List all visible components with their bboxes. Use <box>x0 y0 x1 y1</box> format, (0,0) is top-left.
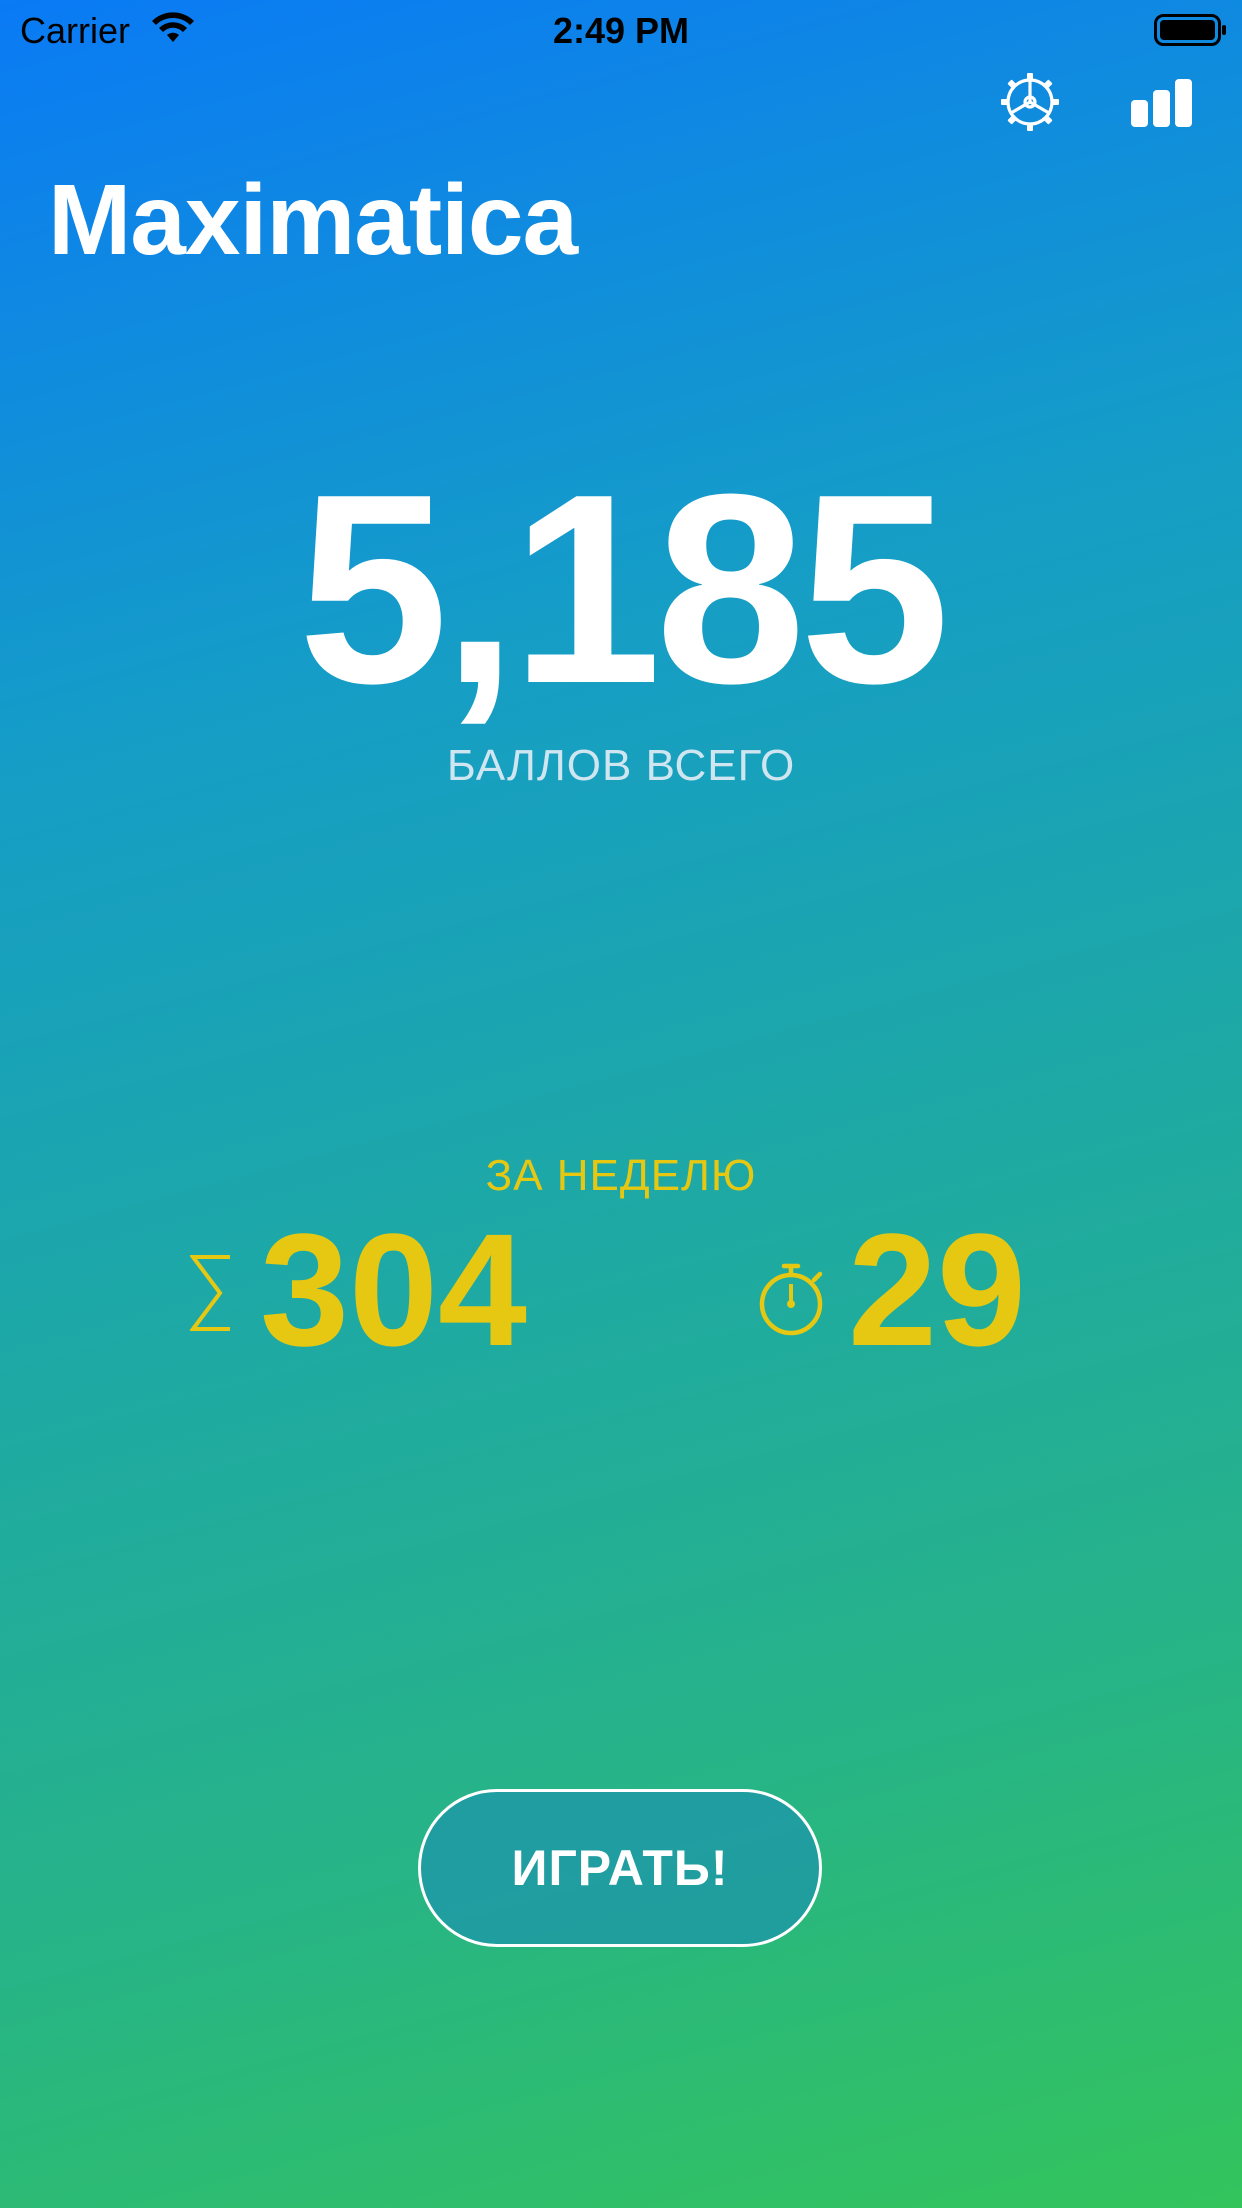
total-score-value: 5,185 <box>298 439 950 740</box>
settings-gear-icon[interactable] <box>1000 72 1060 132</box>
sigma-icon <box>190 1255 230 1331</box>
total-score-label: БАЛЛОВ ВСЕГО <box>446 741 796 790</box>
battery-icon <box>1154 14 1226 46</box>
stats-bars-icon[interactable] <box>1130 78 1194 128</box>
week-sum-value: 304 <box>260 1200 527 1379</box>
week-time-stat: 29 <box>752 1210 1092 1370</box>
play-button[interactable]: ИГРАТЬ! <box>418 1789 822 1947</box>
week-section-label: ЗА НЕДЕЛЮ <box>485 1151 757 1200</box>
week-time-value: 29 <box>848 1200 1026 1379</box>
app-title: Maximatica <box>48 164 578 276</box>
stopwatch-icon <box>759 1263 823 1336</box>
week-sum-stat: 304 <box>190 1210 590 1370</box>
clock-time: 2:49 PM <box>552 10 690 51</box>
status-bar: Carrier 2:49 PM <box>0 0 1242 62</box>
home-screen: Carrier 2:49 PM Maximatica 5,185 БАЛЛОВ … <box>0 0 1242 2208</box>
